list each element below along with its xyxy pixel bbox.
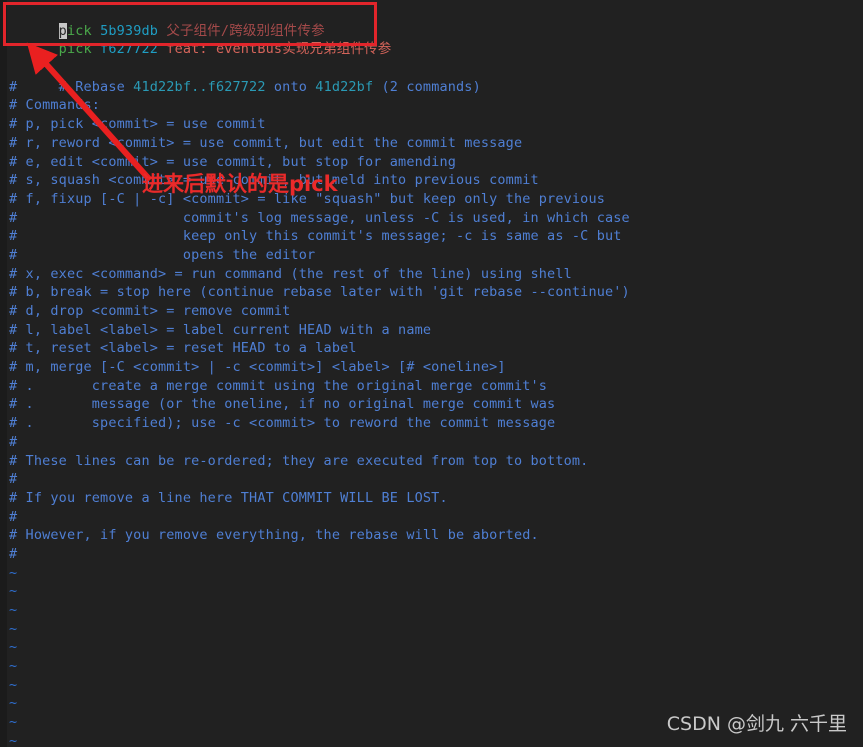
comment-line: # e, edit <commit> = use commit, but sto… [9, 153, 456, 170]
comment-line: # . specified); use -c <commit> to rewor… [9, 415, 556, 432]
comment-line: # x, exec <command> = run command (the r… [9, 265, 572, 282]
todo-message[interactable]: feat: eventBus实现兄弟组件传参 [166, 41, 391, 57]
terminal-screen: pick 5b939db 父子组件/跨级别组件传参 pick f627722 f… [0, 0, 863, 747]
comment-line: # t, reset <label> = reset HEAD to a lab… [9, 340, 357, 357]
comment-line: # s, squash <commit> = use commit, but m… [9, 172, 539, 189]
todo-message[interactable]: 父子组件/跨级别组件传参 [166, 23, 324, 39]
comment-line: # m, merge [-C <commit> | -c <commit>] <… [9, 359, 506, 376]
comment-line: # [9, 508, 18, 525]
empty-line-marker: ~ [9, 583, 18, 600]
comment-line: # r, reword <commit> = use commit, but e… [9, 134, 523, 151]
comment-line: # b, break = stop here (continue rebase … [9, 284, 630, 301]
todo-command[interactable]: pick [59, 41, 92, 57]
space-1 [92, 23, 100, 39]
empty-line-marker: ~ [9, 676, 18, 693]
empty-line-marker: ~ [9, 564, 18, 581]
comment-line: # commit's log message, unless -C is use… [9, 209, 630, 226]
comment-line: # f, fixup [-C | -c] <commit> = like "sq… [9, 190, 605, 207]
rebase-todo-editor[interactable]: pick 5b939db 父子组件/跨级别组件传参 pick f627722 f… [0, 0, 863, 747]
todo-command-rest: ick [66, 22, 92, 39]
empty-line-marker: ~ [9, 620, 18, 637]
comment-line: # Commands: [9, 97, 101, 114]
comment-line: # . message (or the oneline, if no origi… [9, 396, 556, 413]
comment-line: # [9, 545, 18, 562]
text-cursor: p [58, 22, 67, 39]
todo-sha[interactable]: 5b939db [100, 23, 158, 39]
comment-line: # p, pick <commit> = use commit [9, 116, 266, 133]
comment-line: # . create a merge commit using the orig… [9, 377, 548, 394]
annotation-note-text: 进来后默认的是pick [142, 172, 338, 196]
rebase-header-range: 41d22bf..f627722 [133, 78, 266, 95]
comment-line: # keep only this commit's message; -c is… [9, 228, 622, 245]
comment-line: # l, label <label> = label current HEAD … [9, 321, 432, 338]
rebase-header-suffix: (2 commands) [373, 78, 481, 95]
todo-sha[interactable]: f627722 [100, 41, 158, 57]
space-3 [92, 41, 100, 57]
rebase-header-mid: onto [265, 78, 316, 95]
comment-line: # opens the editor [9, 246, 316, 263]
comment-line: # If you remove a line here THAT COMMIT … [9, 489, 448, 506]
comment-line: # These lines can be re-ordered; they ar… [9, 452, 589, 469]
todo-command[interactable]: pick [58, 22, 92, 39]
empty-line-marker: ~ [9, 658, 18, 675]
csdn-watermark: CSDN @剑九 六千里 [666, 713, 847, 735]
todo-line[interactable]: pick 5b939db 父子组件/跨级别组件传参 [0, 3, 863, 39]
rebase-header-line: # Rebase 41d22bf..f627722 onto 41d22bf (… [0, 59, 863, 95]
comment-block: # # Commands: # p, pick <commit> = use com… [0, 78, 863, 564]
empty-line-marker: ~ [9, 602, 18, 618]
empty-line-marker: ~ [9, 639, 18, 656]
rebase-header-prefix: # Rebase [58, 78, 134, 95]
comment-line: # However, if you remove everything, the… [9, 527, 539, 544]
comment-line: # [9, 433, 18, 450]
rebase-header-onto: 41d22bf [315, 78, 374, 95]
comment-line: # d, drop <commit> = remove commit [9, 303, 291, 319]
comment-line: # [9, 471, 18, 488]
